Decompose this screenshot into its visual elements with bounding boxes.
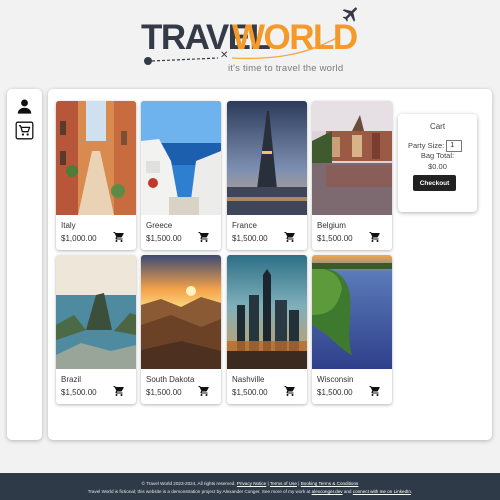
destination-name: South Dakota xyxy=(146,375,195,384)
airplane-icon xyxy=(342,7,357,22)
bag-total-label: Bag Total: xyxy=(420,151,455,160)
destination-name: Belgium xyxy=(317,221,346,230)
destination-card-italy[interactable]: Italy $1,000.00 xyxy=(56,101,136,250)
belgium-canal-photo xyxy=(312,101,392,215)
destination-card-wisconsin[interactable]: Wisconsin $1,500.00 xyxy=(312,255,392,404)
add-to-cart-icon[interactable] xyxy=(284,231,296,243)
nashville-skyline-photo xyxy=(227,255,307,369)
linkedin-link[interactable]: connect with me on LinkedIn xyxy=(353,489,411,494)
greece-coast-photo xyxy=(141,101,221,215)
cart-title: Cart xyxy=(429,122,446,131)
checkout-button[interactable]: Checkout xyxy=(413,175,456,191)
destination-name: Italy xyxy=(61,221,76,230)
destination-price: $1,500.00 xyxy=(232,234,268,243)
add-to-cart-icon[interactable] xyxy=(284,385,296,397)
add-to-cart-icon[interactable] xyxy=(369,385,381,397)
destination-card-belgium[interactable]: Belgium $1,500.00 xyxy=(312,101,392,250)
site-logo[interactable]: TRAVEL WORLD ✕ it's time to travel the w… xyxy=(140,7,370,76)
destination-price: $1,500.00 xyxy=(61,388,97,397)
terms-of-use-link[interactable]: Terms of Use xyxy=(270,481,297,486)
bag-total-value: $0.00 xyxy=(428,162,447,171)
booking-terms-link[interactable]: Booking Terms & Conditions xyxy=(301,481,359,486)
destination-price: $1,000.00 xyxy=(61,234,97,243)
destination-price: $1,500.00 xyxy=(146,388,182,397)
logo-word-world: WORLD xyxy=(232,18,358,57)
party-size-label: Party Size: xyxy=(408,140,445,150)
footer-and-text: and xyxy=(342,489,353,494)
add-to-cart-icon[interactable] xyxy=(369,231,381,243)
destination-price: $1,500.00 xyxy=(146,234,182,243)
destination-price: $1,500.00 xyxy=(317,234,353,243)
destination-card-nashville[interactable]: Nashville $1,500.00 xyxy=(227,255,307,404)
add-to-cart-icon[interactable] xyxy=(198,385,210,397)
shopping-cart-icon[interactable] xyxy=(15,121,34,140)
destination-name: Brazil xyxy=(61,375,82,384)
paris-eiffel-tower-photo xyxy=(227,101,307,215)
add-to-cart-icon[interactable] xyxy=(113,231,125,243)
destination-card-greece[interactable]: Greece $1,500.00 xyxy=(141,101,221,250)
destination-name: France xyxy=(232,221,257,230)
logo-x-mark: ✕ xyxy=(220,50,229,61)
cart-panel: Cart Party Size: 1 Bag Total: $0.00 Check… xyxy=(398,114,477,212)
wisconsin-lake-photo xyxy=(312,255,392,369)
rio-de-janeiro-photo xyxy=(56,255,136,369)
destination-price: $1,500.00 xyxy=(232,388,268,397)
disclaimer-text: Travel World is fictional; this website … xyxy=(87,489,312,494)
portfolio-link[interactable]: alexconger.dev xyxy=(312,489,343,494)
badlands-sunset-photo xyxy=(141,255,221,369)
add-to-cart-icon[interactable] xyxy=(113,385,125,397)
italy-street-photo xyxy=(56,101,136,215)
footer-disclaimer-line: Travel World is fictional; this website … xyxy=(0,489,500,494)
logo-dot xyxy=(144,57,152,65)
footer-legal-line: © Travel World 2023-2024, All rights res… xyxy=(0,481,500,486)
user-icon[interactable] xyxy=(15,97,34,116)
destination-name: Greece xyxy=(146,221,173,230)
destination-card-france[interactable]: France $1,500.00 xyxy=(227,101,307,250)
copyright-text: © Travel World 2023-2024, All rights res… xyxy=(141,481,236,486)
privacy-notice-link[interactable]: Privacy Notice xyxy=(237,481,266,486)
destination-card-brazil[interactable]: Brazil $1,500.00 xyxy=(56,255,136,404)
destination-name: Nashville xyxy=(232,375,265,384)
add-to-cart-icon[interactable] xyxy=(198,231,210,243)
sidebar xyxy=(7,89,42,440)
destination-name: Wisconsin xyxy=(317,375,354,384)
logo-tagline: it's time to travel the world xyxy=(228,63,344,74)
footer-end-text: . xyxy=(411,489,413,494)
destination-card-south-dakota[interactable]: South Dakota $1,500.00 xyxy=(141,255,221,404)
destination-price: $1,500.00 xyxy=(317,388,353,397)
footer: © Travel World 2023-2024, All rights res… xyxy=(0,473,500,500)
